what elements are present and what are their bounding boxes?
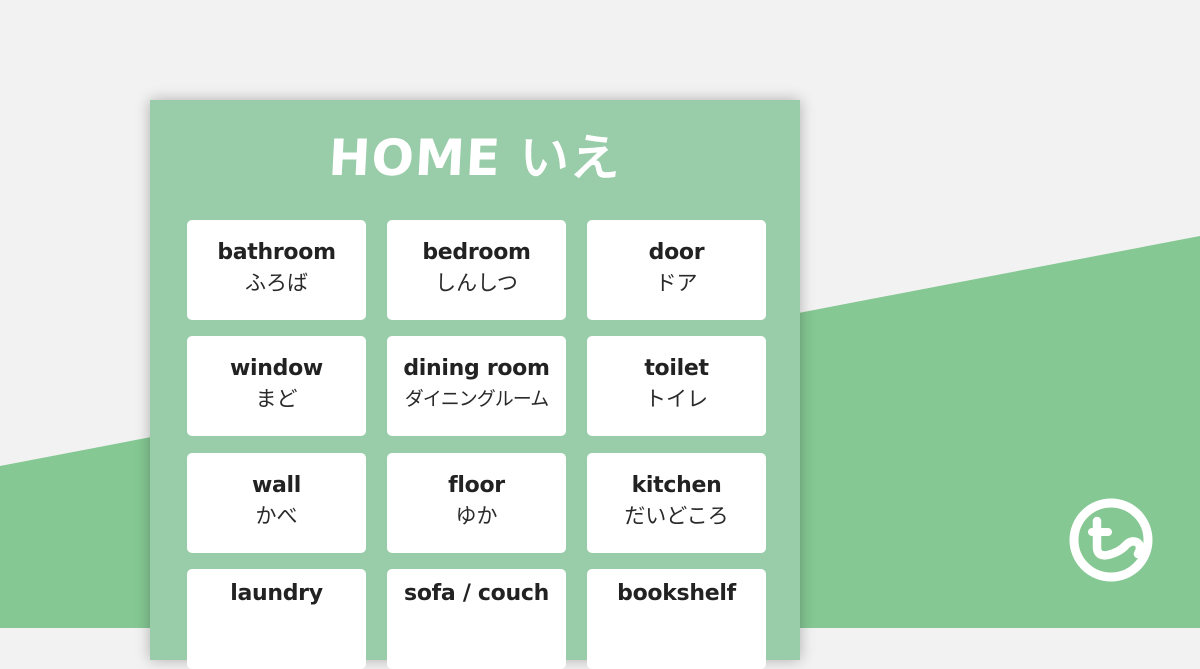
japanese-word: しんしつ bbox=[435, 271, 518, 295]
english-word: sofa / couch bbox=[404, 581, 549, 606]
vocab-card-toilet: toilet トイレ bbox=[587, 336, 766, 436]
english-word: kitchen bbox=[631, 473, 722, 498]
vocab-card-door: door ドア bbox=[587, 220, 766, 320]
english-word: floor bbox=[448, 473, 505, 498]
vocab-card-bathroom: bathroom ふろば bbox=[187, 220, 366, 320]
vocab-card-bedroom: bedroom しんしつ bbox=[387, 220, 566, 320]
english-word: laundry bbox=[230, 581, 323, 606]
japanese-word: ふろば bbox=[245, 271, 308, 295]
japanese-word: ダイニングルーム bbox=[404, 388, 549, 410]
vocab-card-bookshelf: bookshelf bbox=[587, 569, 766, 669]
english-word: bedroom bbox=[422, 240, 531, 265]
vocab-card-laundry: laundry bbox=[187, 569, 366, 669]
english-word: toilet bbox=[644, 356, 709, 381]
vocab-card-kitchen: kitchen だいどころ bbox=[587, 453, 766, 553]
english-word: door bbox=[648, 240, 705, 265]
english-word: wall bbox=[251, 473, 302, 498]
english-word: window bbox=[230, 356, 323, 381]
japanese-word: トイレ bbox=[645, 387, 708, 411]
poster-title: HOME いえ bbox=[327, 129, 623, 187]
japanese-word: かべ bbox=[255, 504, 298, 528]
vocab-card-dining-room: dining room ダイニングルーム bbox=[387, 336, 566, 436]
japanese-word: ゆか bbox=[455, 504, 498, 528]
english-word: bathroom bbox=[217, 240, 336, 265]
teach-starter-logo-icon bbox=[1069, 498, 1153, 582]
english-word: dining room bbox=[403, 356, 550, 381]
vocab-card-wall: wall かべ bbox=[187, 453, 366, 553]
vocab-card-sofa-couch: sofa / couch bbox=[387, 569, 566, 669]
vocab-card-floor: floor ゆか bbox=[387, 453, 566, 553]
japanese-word: だいどころ bbox=[624, 504, 729, 528]
english-word: bookshelf bbox=[617, 581, 736, 606]
japanese-word: まど bbox=[255, 387, 298, 411]
vocabulary-poster: HOME いえ bathroom ふろば bedroom しんしつ door ド… bbox=[150, 100, 800, 669]
vocab-card-window: window まど bbox=[187, 336, 366, 436]
japanese-word: ドア bbox=[655, 271, 698, 295]
